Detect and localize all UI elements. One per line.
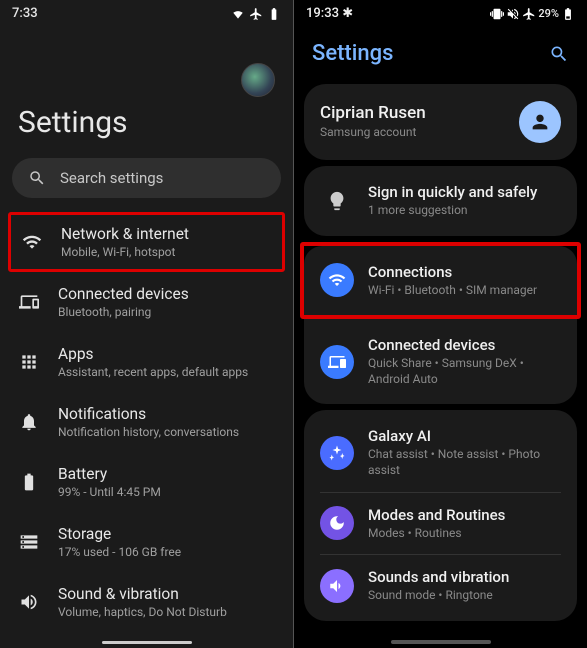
settings-item-notifications[interactable]: Notifications Notification history, conv… (0, 392, 293, 452)
item-subtitle: Quick Share • Samsung DeX • Android Auto (368, 356, 561, 387)
profile-sub: Samsung account (320, 125, 505, 141)
item-title: Connected devices (58, 285, 189, 303)
battery-icon (561, 7, 575, 21)
item-title: Network & internet (61, 225, 189, 243)
lightbulb-icon (326, 190, 348, 212)
signin-card[interactable]: Sign in quickly and safely 1 more sugges… (304, 166, 577, 236)
ai-modes-sounds-card: Galaxy AI Chat assist • Note assist • Ph… (304, 410, 577, 620)
status-icons: 29% (490, 7, 575, 21)
item-title: Apps (58, 345, 248, 363)
battery-icon (19, 472, 39, 492)
item-subtitle: Volume, haptics, Do Not Disturb (58, 605, 227, 619)
item-subtitle: 99% - Until 4:45 PM (58, 485, 161, 499)
moon-icon (320, 506, 354, 540)
settings-item-connections[interactable]: Connections Wi-Fi • Bluetooth • SIM mana… (304, 250, 577, 312)
profile-name: Ciprian Rusen (320, 103, 505, 123)
connections-card-top: Connections Wi-Fi • Bluetooth • SIM mana… (304, 246, 577, 316)
settings-item-storage[interactable]: Storage 17% used - 106 GB free (0, 512, 293, 572)
wifi-icon (231, 7, 245, 21)
item-subtitle: Chat assist • Note assist • Photo assist (368, 447, 561, 478)
item-title: Connections (368, 263, 561, 281)
airplane-icon (249, 7, 263, 21)
person-icon (519, 101, 561, 143)
search-placeholder: Search settings (60, 169, 163, 187)
status-bar: 19:33 ✱ 29% (294, 0, 587, 23)
search-icon (28, 169, 46, 187)
item-title: Sound & vibration (58, 585, 227, 603)
settings-header: Settings (294, 23, 587, 78)
devices-icon (320, 345, 354, 379)
bell-icon (19, 412, 39, 432)
settings-item-connected-devices[interactable]: Connected devices Quick Share • Samsung … (304, 323, 577, 400)
wifi-icon (320, 263, 354, 297)
item-subtitle: 17% used - 106 GB free (58, 545, 181, 559)
wifi-icon (22, 232, 42, 252)
signin-title: Sign in quickly and safely (368, 183, 561, 201)
gesture-bar[interactable] (391, 640, 491, 644)
search-icon[interactable] (549, 44, 569, 64)
battery-percent: 29% (538, 7, 559, 20)
item-subtitle: Sound mode • Ringtone (368, 588, 561, 604)
item-title: Storage (58, 525, 181, 543)
settings-item-battery[interactable]: Battery 99% - Until 4:45 PM (0, 452, 293, 512)
item-subtitle: Assistant, recent apps, default apps (58, 365, 248, 379)
settings-item-modes[interactable]: Modes and Routines Modes • Routines (304, 493, 577, 555)
page-title: Settings (312, 41, 393, 66)
connected-devices-card: Connected devices Quick Share • Samsung … (304, 319, 577, 404)
signin-sub: 1 more suggestion (368, 203, 561, 219)
apps-icon (19, 352, 39, 372)
item-subtitle: Modes • Routines (368, 526, 561, 542)
item-title: Notifications (58, 405, 239, 423)
vibrate-icon (490, 7, 504, 21)
status-icons (231, 7, 281, 21)
page-title: Settings (0, 105, 293, 158)
item-subtitle: Notification history, conversations (58, 425, 239, 439)
settings-item-connected-devices[interactable]: Connected devices Bluetooth, pairing (0, 272, 293, 332)
item-title: Connected devices (368, 336, 561, 354)
item-subtitle: Bluetooth, pairing (58, 305, 189, 319)
settings-item-sound[interactable]: Sound & vibration Volume, haptics, Do No… (0, 572, 293, 632)
profile-card[interactable]: Ciprian Rusen Samsung account (304, 84, 577, 160)
mute-icon (506, 7, 520, 21)
airplane-icon (522, 7, 536, 21)
settings-item-galaxy-ai[interactable]: Galaxy AI Chat assist • Note assist • Ph… (304, 414, 577, 491)
status-time: 7:33 (12, 6, 38, 21)
settings-item-apps[interactable]: Apps Assistant, recent apps, default app… (0, 332, 293, 392)
sparkle-icon (320, 436, 354, 470)
settings-item-network[interactable]: Network & internet Mobile, Wi-Fi, hotspo… (21, 225, 272, 259)
volume-icon (19, 592, 39, 612)
item-subtitle: Wi-Fi • Bluetooth • SIM manager (368, 283, 561, 299)
storage-icon (19, 532, 39, 552)
item-subtitle: Mobile, Wi-Fi, hotspot (61, 245, 189, 259)
item-title: Sounds and vibration (368, 568, 561, 586)
status-bar: 7:33 (0, 0, 293, 23)
volume-icon (320, 569, 354, 603)
devices-icon (19, 292, 39, 312)
pixel-settings-screen: 7:33 Settings Search settings Network & … (0, 0, 293, 648)
item-title: Battery (58, 465, 161, 483)
item-title: Modes and Routines (368, 506, 561, 524)
highlight-connections: Connections Wi-Fi • Bluetooth • SIM mana… (300, 242, 581, 320)
samsung-settings-screen: 19:33 ✱ 29% Settings Ciprian Rusen Samsu… (294, 0, 587, 648)
settings-item-sounds[interactable]: Sounds and vibration Sound mode • Ringto… (304, 555, 577, 617)
profile-avatar-row (0, 23, 293, 105)
profile-avatar[interactable] (241, 63, 275, 97)
battery-icon (267, 7, 281, 21)
gesture-bar[interactable] (102, 641, 192, 644)
status-time: 19:33 ✱ (306, 6, 353, 21)
item-title: Galaxy AI (368, 427, 561, 445)
highlight-network-internet: Network & internet Mobile, Wi-Fi, hotspo… (8, 212, 285, 272)
search-settings[interactable]: Search settings (12, 158, 281, 198)
